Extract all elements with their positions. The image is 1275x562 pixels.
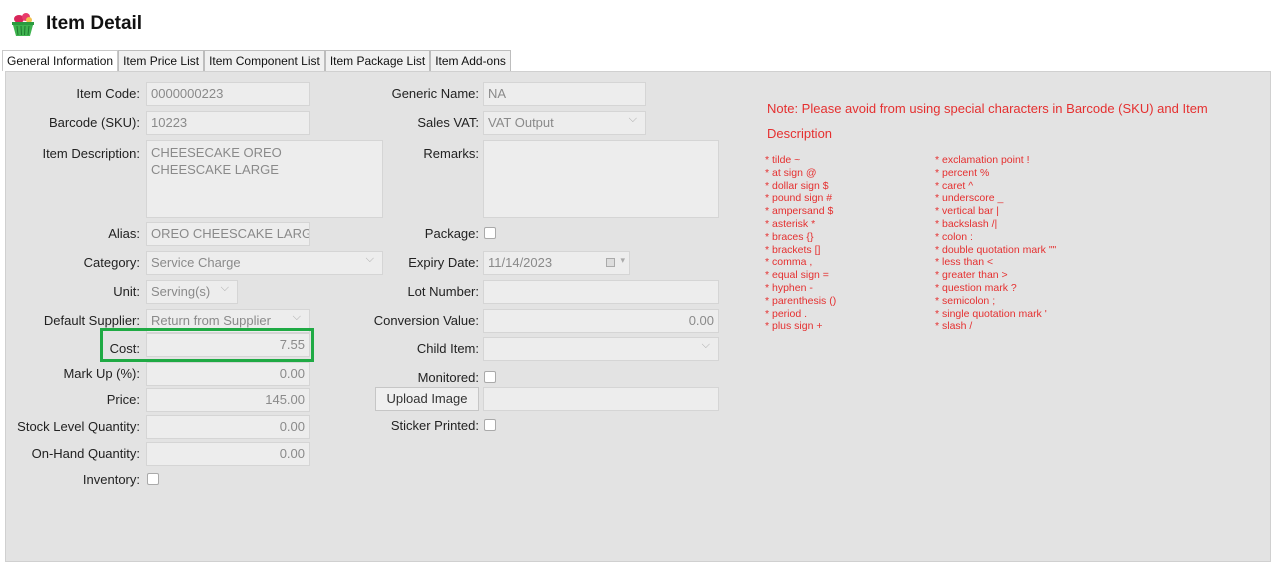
char-item: * percent % (935, 166, 990, 179)
char-item: * greater than > (935, 269, 1008, 282)
conversion-value-label: Conversion Value: (373, 313, 479, 328)
cost-label: Cost: (109, 341, 140, 356)
markup-field[interactable]: 0.00 (146, 362, 310, 386)
alias-field[interactable]: OREO CHEESCAKE LARGE (146, 222, 310, 246)
package-label: Package: (424, 226, 479, 241)
expiry-date-picker[interactable]: 11/14/2023 ▾ (483, 251, 630, 275)
sales-vat-dropdown[interactable]: VAT Output (483, 111, 646, 135)
tab-bar: General Information Item Price List Item… (2, 50, 511, 71)
markup-label: Mark Up (%): (63, 366, 140, 381)
char-item: * asterisk * (765, 217, 816, 230)
sticker-printed-checkbox[interactable] (484, 419, 496, 431)
char-item: * pound sign # (765, 192, 833, 205)
remarks-label: Remarks: (423, 146, 479, 161)
char-item: * equal sign = (765, 269, 829, 282)
special-characters-list-2: * exclamation point ! * percent % * care… (935, 154, 1056, 333)
char-item: * brackets [] (765, 243, 821, 256)
caret-down-icon[interactable]: ▾ (620, 255, 625, 266)
basket-icon (12, 13, 34, 36)
stock-level-field[interactable]: 0.00 (146, 415, 310, 439)
char-item: * single quotation mark ' (935, 307, 1047, 320)
sticker-printed-label: Sticker Printed: (390, 418, 479, 433)
char-item: * braces {} (765, 230, 814, 243)
char-item: * backslash /| (935, 217, 998, 230)
page-title: Item Detail (46, 13, 143, 34)
price-label: Price: (106, 392, 140, 407)
title-bar: Item Detail (10, 6, 142, 42)
default-supplier-label: Default Supplier: (43, 313, 140, 328)
on-hand-field[interactable]: 0.00 (146, 442, 310, 466)
char-item: * caret ^ (935, 179, 974, 192)
char-item: * slash / (935, 320, 973, 333)
char-item: * semicolon ; (935, 294, 996, 307)
special-characters-note: Note: Please avoid from using special ch… (767, 101, 1208, 141)
barcode-field[interactable]: 10223 (146, 111, 310, 135)
child-item-dropdown[interactable] (483, 337, 719, 361)
item-code-label: Item Code: (76, 86, 140, 101)
child-item-label: Child Item: (416, 341, 479, 356)
char-item: * double quotation mark "" (935, 243, 1057, 256)
barcode-label: Barcode (SKU): (48, 115, 140, 130)
cost-field[interactable]: 7.55 (146, 333, 310, 357)
conversion-value-field[interactable]: 0.00 (483, 309, 719, 333)
monitored-checkbox[interactable] (484, 371, 496, 383)
expiry-date-value: 11/14/2023 (488, 255, 553, 270)
monitored-label: Monitored: (417, 370, 479, 385)
tab-item-price-list[interactable]: Item Price List (118, 50, 205, 71)
special-characters-list-1: * tilde ~ * at sign @ * dollar sign $ * … (765, 154, 836, 333)
tab-general-information[interactable]: General Information (2, 50, 119, 71)
item-code-field[interactable]: 0000000223 (146, 82, 310, 106)
package-checkbox[interactable] (484, 227, 496, 239)
inventory-checkbox[interactable] (147, 473, 159, 485)
char-item: * colon : (935, 230, 973, 243)
char-item: * parenthesis () (765, 294, 837, 307)
char-item: * exclamation point ! (935, 154, 1030, 166)
char-item: * period . (765, 307, 808, 320)
generic-name-label: Generic Name: (391, 86, 479, 101)
char-item: * dollar sign $ (765, 179, 829, 192)
alias-label: Alias: (108, 226, 140, 241)
char-item: * tilde ~ (765, 154, 801, 166)
tab-item-component-list[interactable]: Item Component List (204, 50, 325, 71)
stock-level-label: Stock Level Quantity: (17, 419, 140, 434)
unit-label: Unit: (113, 284, 140, 299)
sales-vat-label: Sales VAT: (417, 115, 479, 130)
upload-image-button[interactable]: Upload Image (375, 387, 479, 411)
char-item: * less than < (935, 256, 994, 269)
unit-dropdown[interactable]: Serving(s) (146, 280, 238, 304)
char-item: * question mark ? (935, 281, 1017, 294)
tab-item-package-list[interactable]: Item Package List (324, 50, 431, 71)
generic-name-field[interactable]: NA (483, 82, 646, 106)
inventory-label: Inventory: (82, 472, 140, 487)
char-item: * plus sign + (765, 320, 823, 333)
category-label: Category: (83, 255, 140, 270)
char-item: * comma , (765, 256, 813, 269)
lot-number-field[interactable] (483, 280, 719, 304)
item-description-field[interactable]: CHEESECAKE OREO CHEESCAKE LARGE (146, 140, 383, 218)
char-item: * ampersand $ (765, 205, 834, 218)
char-item: * hyphen - (765, 281, 813, 294)
category-dropdown[interactable]: Service Charge (146, 251, 383, 275)
expiry-date-label: Expiry Date: (408, 255, 479, 270)
tab-item-add-ons[interactable]: Item Add-ons (430, 50, 511, 71)
remarks-field[interactable] (483, 140, 719, 218)
price-field[interactable]: 145.00 (146, 388, 310, 412)
char-item: * vertical bar | (935, 205, 999, 218)
char-item: * underscore _ (935, 192, 1004, 205)
item-description-label: Item Description: (42, 146, 140, 161)
on-hand-label: On-Hand Quantity: (31, 446, 140, 461)
image-path-field[interactable] (483, 387, 719, 411)
calendar-icon[interactable] (606, 258, 615, 267)
char-item: * at sign @ (765, 166, 817, 179)
lot-number-label: Lot Number: (407, 284, 479, 299)
